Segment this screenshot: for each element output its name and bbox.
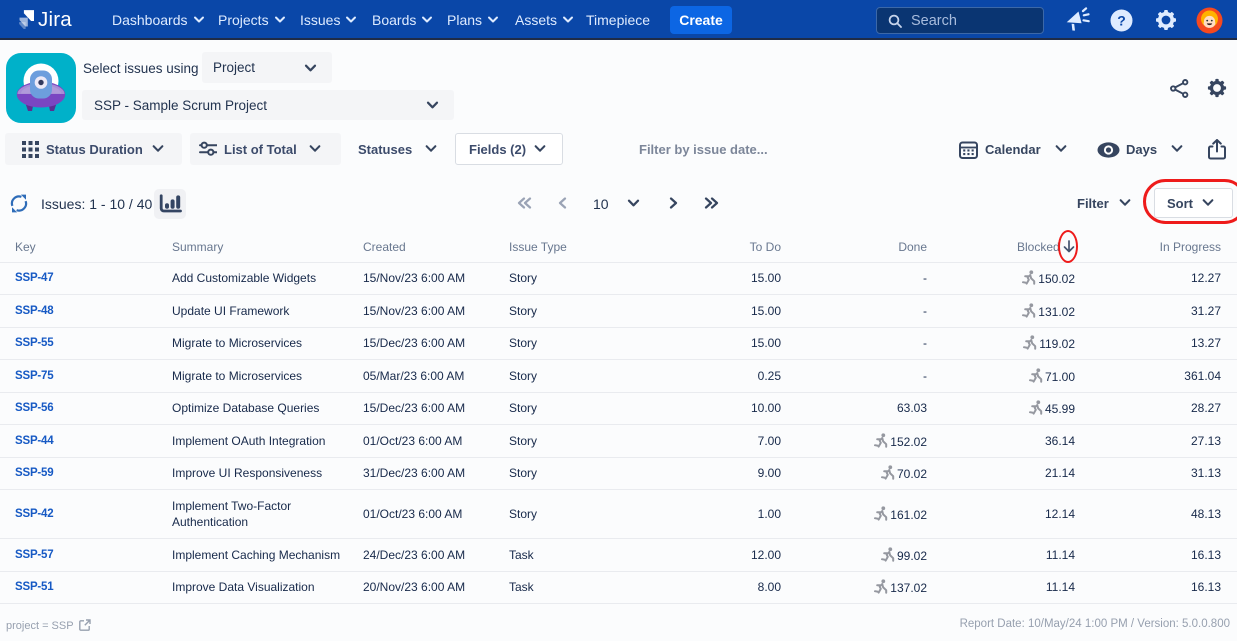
svg-text:?: ? xyxy=(1117,13,1126,29)
